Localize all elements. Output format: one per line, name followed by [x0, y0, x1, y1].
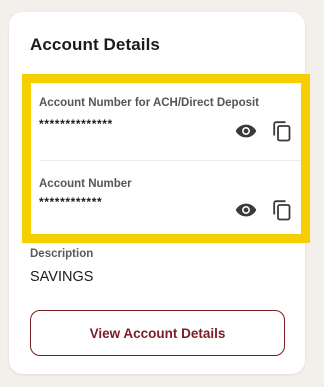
eye-icon[interactable] [235, 120, 257, 142]
account-row-ach: Account Number for ACH/Direct Deposit **… [39, 97, 301, 159]
account-number-label: Account Number [39, 178, 132, 190]
card-title: Account Details [30, 35, 160, 54]
ach-account-masked-value: ************** [39, 117, 113, 131]
row-divider [39, 160, 301, 161]
account-numbers-highlight: Account Number for ACH/Direct Deposit **… [22, 74, 310, 243]
ach-account-label: Account Number for ACH/Direct Deposit [39, 97, 260, 109]
account-row-number: Account Number ************ [39, 178, 301, 228]
eye-icon[interactable] [235, 199, 257, 221]
description-label: Description [30, 248, 94, 260]
account-number-masked-value: ************ [39, 195, 103, 209]
account-details-card: Account Details Account Number for ACH/D… [9, 12, 310, 374]
view-account-details-button[interactable]: View Account Details [30, 310, 285, 356]
copy-icon[interactable] [272, 120, 292, 142]
copy-icon[interactable] [272, 199, 292, 221]
description-value: SAVINGS [30, 269, 94, 285]
